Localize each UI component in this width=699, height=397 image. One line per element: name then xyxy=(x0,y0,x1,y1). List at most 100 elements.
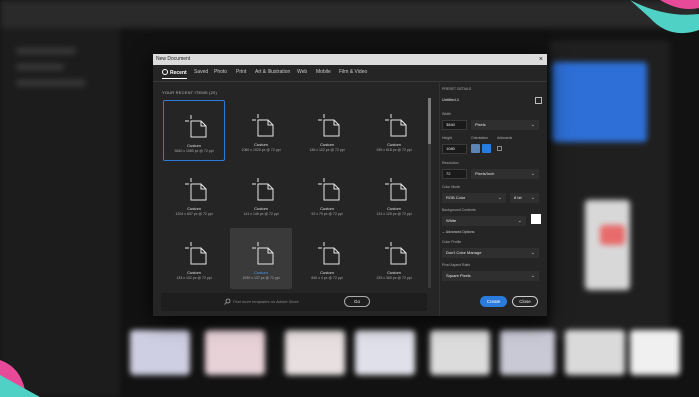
document-icon xyxy=(318,242,340,265)
recent-item-card[interactable]: Custom 840 x 4 px @ 72 ppi xyxy=(296,228,358,289)
chevron-down-icon: ⌄ xyxy=(530,250,535,256)
landscape-orientation-button[interactable] xyxy=(482,144,491,153)
recent-item-dimensions: 136 x 102 px @ 72 ppi xyxy=(309,148,345,152)
orientation-label: Orientation xyxy=(471,136,489,140)
recent-item-name: Custom xyxy=(254,270,268,275)
recent-item-dimensions: 939 x 618 px @ 72 ppi xyxy=(376,148,412,152)
stock-search-input[interactable]: Find more templates on Adobe Stock xyxy=(233,299,299,304)
scrollbar-thumb[interactable] xyxy=(428,98,431,144)
preset-details-label: PRESET DETAILS xyxy=(442,87,472,91)
document-icon xyxy=(252,114,274,137)
document-icon xyxy=(185,242,207,265)
recent-item-dimensions: 141 x 146 px @ 72 ppi xyxy=(243,212,279,216)
width-input[interactable]: 3840 xyxy=(442,120,467,130)
recent-item-dimensions: 1204 x 607 px @ 72 ppi xyxy=(175,212,213,216)
tab-photo[interactable]: Photo xyxy=(214,69,227,75)
recent-item-name: Custom xyxy=(187,206,201,211)
recent-item-name: Custom xyxy=(320,142,334,147)
document-icon xyxy=(318,114,340,137)
recent-items-grid: Custom 3840 x 1080 px @ 72 ppi Custom 1080 … xyxy=(161,98,427,290)
chevron-down-icon: ⌄ xyxy=(497,195,502,201)
color-mode-select[interactable]: RGB Color ⌄ xyxy=(442,193,506,203)
app-sidebar xyxy=(0,28,120,397)
chevron-down-icon: ⌄ xyxy=(530,171,535,177)
tab-mobile[interactable]: Mobile xyxy=(316,69,331,75)
tab-film-video[interactable]: Film & Video xyxy=(339,69,367,75)
background-color-swatch[interactable] xyxy=(531,214,541,224)
recent-items-heading: YOUR RECENT ITEMS (20) xyxy=(162,90,217,95)
recent-item-card[interactable]: Custom 133 x 102 px @ 72 ppi xyxy=(163,228,225,289)
stock-search-bar: Find more templates on Adobe Stock Go xyxy=(161,293,427,311)
preset-details-panel: PRESET DETAILS Untitled-1 Width 3840 Pix… xyxy=(439,81,548,316)
document-icon xyxy=(185,178,207,201)
recent-item-name: Custom xyxy=(254,206,268,211)
recent-item-dimensions: 92 x 79 px @ 72 ppi xyxy=(311,212,343,216)
document-icon xyxy=(385,242,407,265)
grid-scrollbar[interactable] xyxy=(428,98,431,288)
document-icon xyxy=(252,178,274,201)
resolution-unit-select[interactable]: Pixels/Inch ⌄ xyxy=(471,169,539,179)
tab-saved[interactable]: Saved xyxy=(194,69,208,75)
portrait-orientation-button[interactable] xyxy=(471,144,480,153)
corner-decoration-bottom-left xyxy=(0,360,40,397)
recent-item-card[interactable]: Custom 1090 x 137 px @ 72 ppi xyxy=(230,228,292,289)
document-name-field[interactable]: Untitled-1 xyxy=(442,97,459,102)
recent-item-card[interactable]: Custom 92 x 79 px @ 72 ppi xyxy=(296,164,358,225)
recent-item-card[interactable]: Custom 1080 x 1920 px @ 72 ppi xyxy=(230,100,292,161)
artboards-checkbox[interactable] xyxy=(497,146,502,151)
preset-tabs: Recent Saved Photo Print Art & Illustrat… xyxy=(153,65,547,82)
document-icon xyxy=(385,178,407,201)
recent-item-dimensions: 233 x 360 px @ 72 ppi xyxy=(376,276,412,280)
tab-print[interactable]: Print xyxy=(236,69,246,75)
color-profile-select[interactable]: Don't Color Manage ⌄ xyxy=(442,248,539,258)
search-icon xyxy=(224,298,231,305)
background-contents-label: Background Contents xyxy=(442,208,476,212)
recent-item-card[interactable]: Custom 233 x 360 px @ 72 ppi xyxy=(363,228,425,289)
tab-web[interactable]: Web xyxy=(297,69,307,75)
background-contents-select[interactable]: White ⌄ xyxy=(442,216,526,226)
recent-item-name: Custom xyxy=(187,270,201,275)
close-button[interactable]: Close xyxy=(512,296,538,307)
advanced-options-toggle[interactable]: ⌄ Advanced Options xyxy=(442,230,474,234)
recent-item-dimensions: 133 x 102 px @ 72 ppi xyxy=(176,276,212,280)
save-preset-icon[interactable] xyxy=(535,97,542,104)
document-icon xyxy=(185,115,207,138)
recent-item-card[interactable]: Custom 124 x 125 px @ 72 ppi xyxy=(363,164,425,225)
recent-item-name: Custom xyxy=(320,270,334,275)
recent-item-card[interactable]: Custom 136 x 102 px @ 72 ppi xyxy=(296,100,358,161)
corner-decoration-top-right xyxy=(630,0,699,34)
height-input[interactable]: 1080 xyxy=(442,144,467,154)
clock-icon xyxy=(162,69,168,75)
document-icon xyxy=(318,178,340,201)
recent-item-card[interactable]: Custom 141 x 146 px @ 72 ppi xyxy=(230,164,292,225)
recent-item-name: Custom xyxy=(187,143,201,148)
color-profile-label: Color Profile xyxy=(442,240,462,244)
pixel-aspect-ratio-select[interactable]: Square Pixels ⌄ xyxy=(442,271,539,281)
recent-item-name: Custom xyxy=(387,206,401,211)
chevron-down-icon: ⌄ xyxy=(530,122,535,128)
recent-item-name: Custom xyxy=(254,142,268,147)
recent-item-name: Custom xyxy=(387,142,401,147)
recent-item-name: Custom xyxy=(387,270,401,275)
create-button[interactable]: Create xyxy=(480,296,507,307)
dialog-close-icon[interactable]: × xyxy=(539,54,543,65)
document-icon xyxy=(252,242,274,265)
go-button[interactable]: Go xyxy=(344,296,370,307)
recent-item-card[interactable]: Custom 939 x 618 px @ 72 ppi xyxy=(363,100,425,161)
tab-recent[interactable]: Recent xyxy=(162,69,187,79)
recent-item-dimensions: 1080 x 1920 px @ 72 ppi xyxy=(241,148,281,152)
resolution-input[interactable]: 72 xyxy=(442,169,467,179)
recent-item-dimensions: 3840 x 1080 px @ 72 ppi xyxy=(174,149,214,153)
width-unit-select[interactable]: Pixels ⌄ xyxy=(471,120,539,130)
recent-item-card[interactable]: Custom 1204 x 607 px @ 72 ppi xyxy=(163,164,225,225)
pixel-aspect-ratio-label: Pixel Aspect Ratio xyxy=(442,263,471,267)
dialog-title: New Document xyxy=(156,56,191,62)
chevron-down-icon: ⌄ xyxy=(517,218,522,224)
recent-item-name: Custom xyxy=(320,206,334,211)
chevron-down-icon: ⌄ xyxy=(530,195,535,201)
tab-art-illustration[interactable]: Art & Illustration xyxy=(255,69,290,75)
recent-item-card[interactable]: Custom 3840 x 1080 px @ 72 ppi xyxy=(163,100,225,161)
document-icon xyxy=(385,114,407,137)
bit-depth-select[interactable]: 8 bit ⌄ xyxy=(510,193,539,203)
dialog-titlebar: New Document × xyxy=(153,54,547,65)
